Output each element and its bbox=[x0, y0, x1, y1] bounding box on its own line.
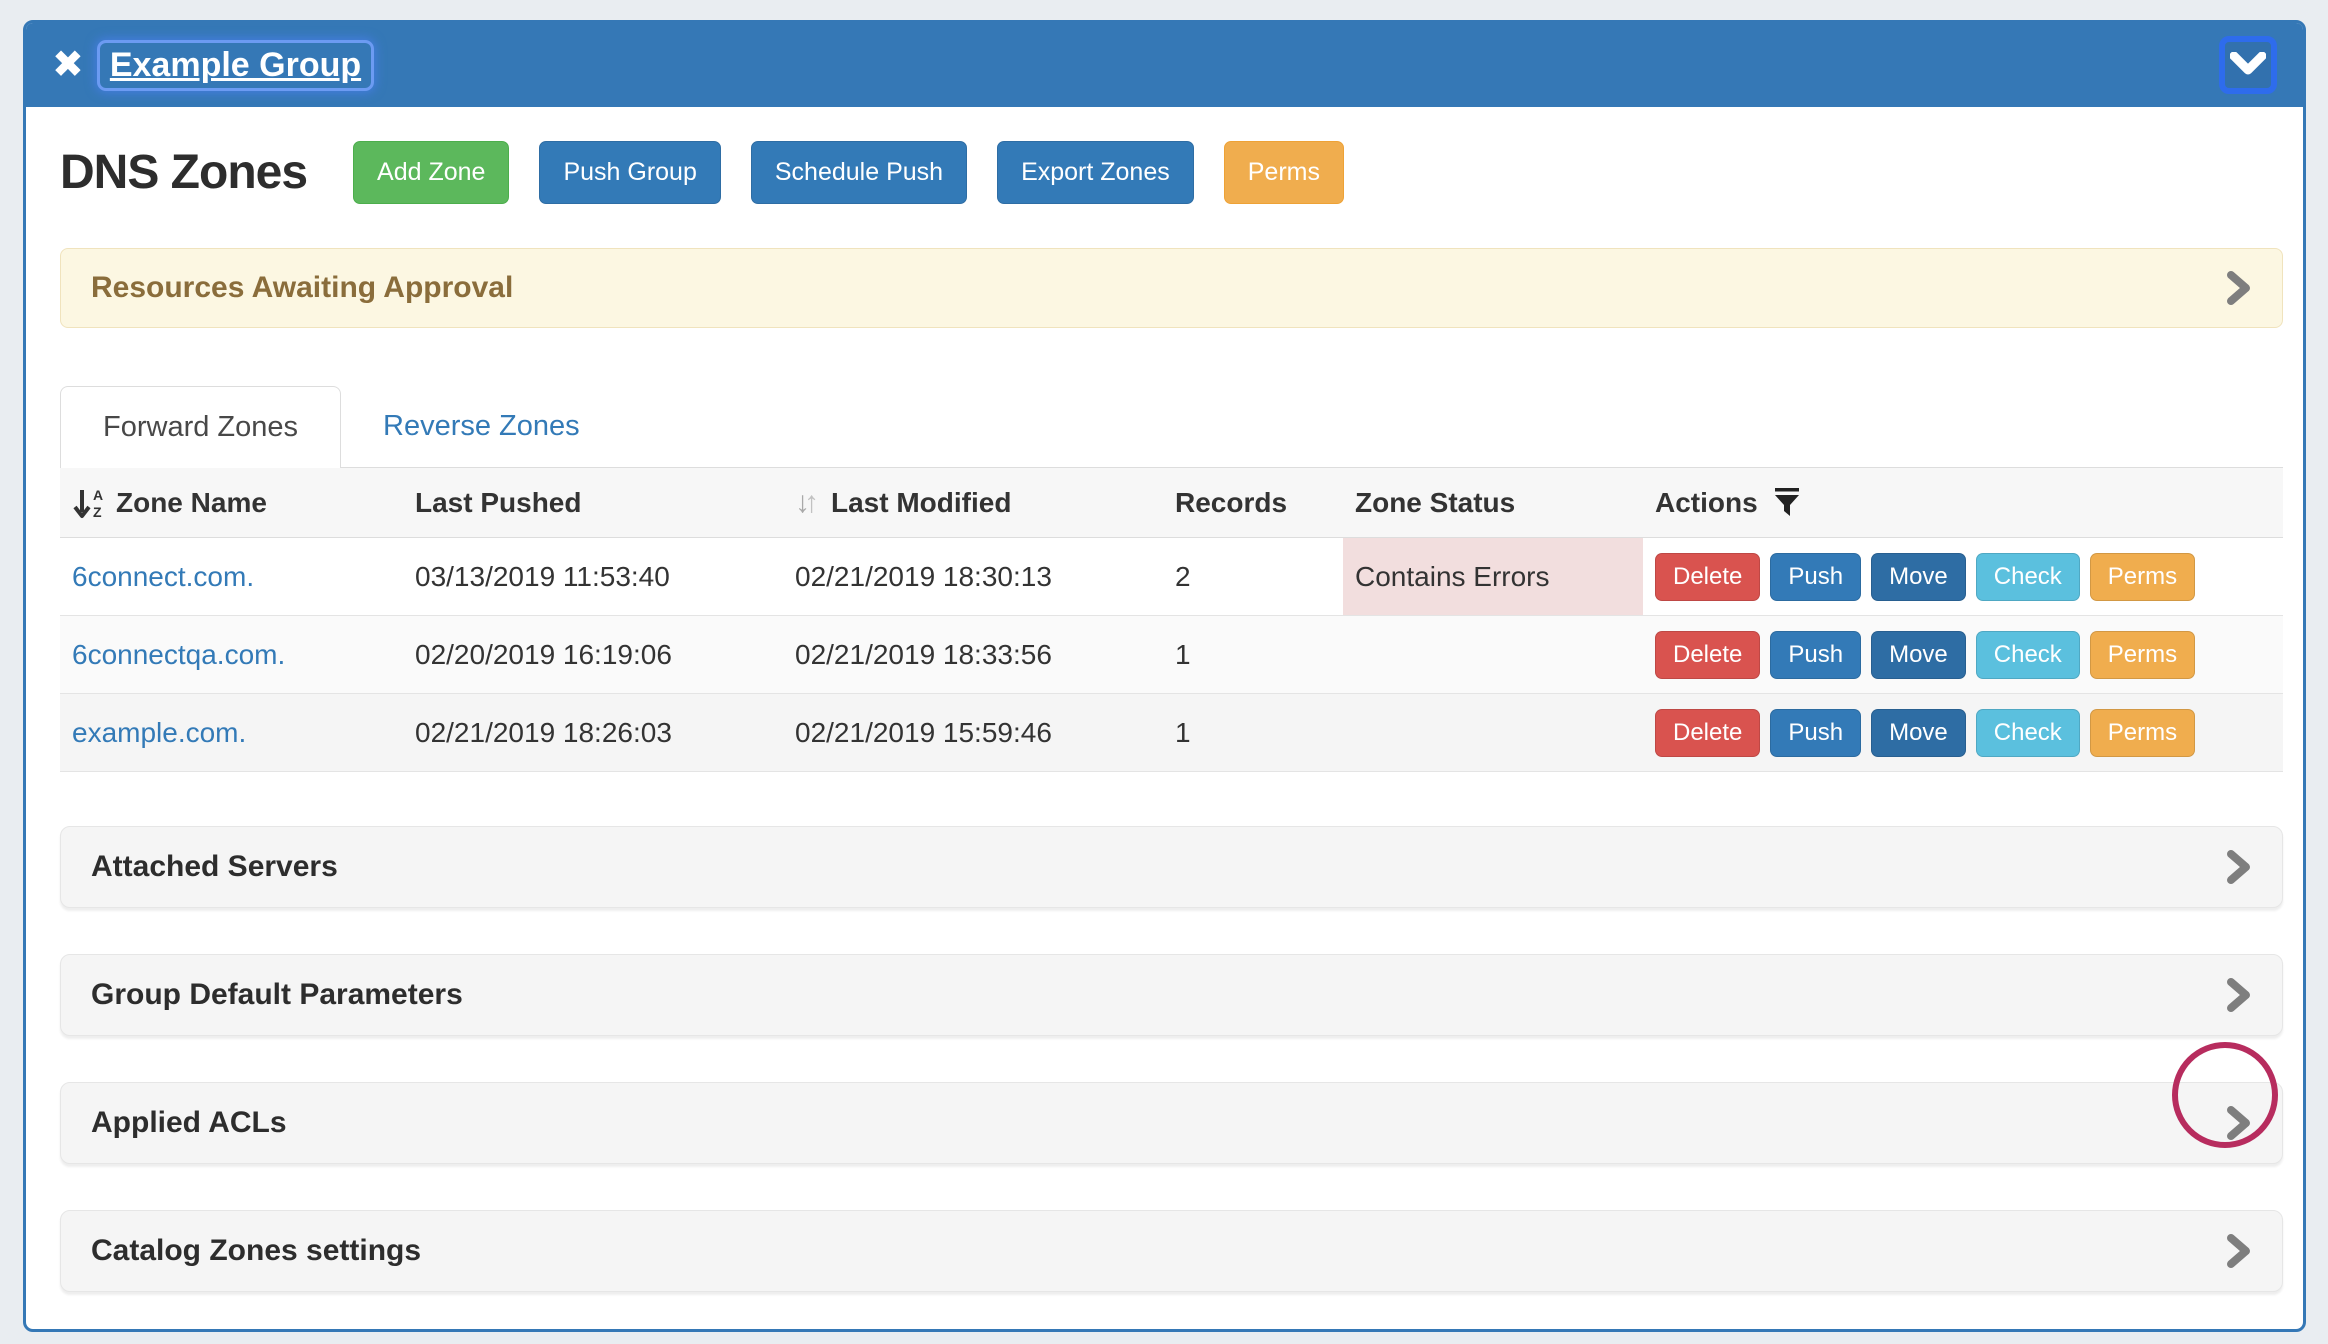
chevron-right-icon bbox=[2226, 978, 2252, 1012]
last-modified-value: 02/21/2019 18:30:13 bbox=[783, 538, 1163, 615]
move-button[interactable]: Move bbox=[1871, 553, 1966, 601]
column-label: Zone Name bbox=[116, 487, 267, 519]
panel-label: Catalog Zones settings bbox=[91, 1234, 421, 1268]
check-button[interactable]: Check bbox=[1976, 631, 2080, 679]
panel-label: Group Default Parameters bbox=[91, 978, 463, 1012]
banner-label: Resources Awaiting Approval bbox=[91, 271, 513, 305]
table-row: 6connectqa.com. 02/20/2019 16:19:06 02/2… bbox=[60, 616, 2283, 694]
records-value: 2 bbox=[1163, 538, 1343, 615]
sort-alpha-asc-icon: A Z bbox=[72, 485, 108, 521]
export-zones-button[interactable]: Export Zones bbox=[997, 141, 1194, 204]
tab-reverse-zones[interactable]: Reverse Zones bbox=[341, 386, 622, 467]
perms-button[interactable]: Perms bbox=[1224, 141, 1344, 204]
catalog-zones-settings-panel[interactable]: Catalog Zones settings bbox=[60, 1210, 2283, 1292]
close-icon[interactable]: ✖ bbox=[52, 46, 84, 84]
collapse-group-button[interactable] bbox=[2219, 36, 2277, 94]
sort-updown-icon: ↓↑ bbox=[795, 486, 813, 520]
delete-button[interactable]: Delete bbox=[1655, 709, 1760, 757]
last-pushed-value: 02/20/2019 16:19:06 bbox=[403, 616, 783, 693]
column-last-modified[interactable]: ↓↑ Last Modified bbox=[783, 468, 1163, 537]
chevron-right-icon bbox=[2226, 1106, 2252, 1140]
records-value: 1 bbox=[1163, 694, 1343, 771]
push-button[interactable]: Push bbox=[1770, 631, 1861, 679]
filter-icon[interactable] bbox=[1772, 486, 1802, 520]
last-modified-value: 02/21/2019 15:59:46 bbox=[783, 694, 1163, 771]
panel-label: Attached Servers bbox=[91, 850, 338, 884]
perms-button[interactable]: Perms bbox=[2090, 631, 2195, 679]
group-window: ✖ Example Group DNS Zones Add Zone Push … bbox=[23, 20, 2306, 1332]
table-row: example.com. 02/21/2019 18:26:03 02/21/2… bbox=[60, 694, 2283, 772]
last-modified-value: 02/21/2019 18:33:56 bbox=[783, 616, 1163, 693]
column-label: Last Pushed bbox=[415, 487, 581, 519]
page-title: DNS Zones bbox=[60, 145, 307, 200]
perms-button[interactable]: Perms bbox=[2090, 553, 2195, 601]
column-label: Records bbox=[1175, 487, 1287, 519]
add-zone-button[interactable]: Add Zone bbox=[353, 141, 509, 204]
toolbar: DNS Zones Add Zone Push Group Schedule P… bbox=[60, 141, 2283, 204]
last-pushed-value: 03/13/2019 11:53:40 bbox=[403, 538, 783, 615]
svg-text:A: A bbox=[93, 487, 103, 503]
group-default-parameters-panel[interactable]: Group Default Parameters bbox=[60, 954, 2283, 1036]
column-actions: Actions bbox=[1643, 468, 2283, 537]
chevron-right-icon bbox=[2226, 271, 2252, 305]
attached-servers-panel[interactable]: Attached Servers bbox=[60, 826, 2283, 908]
push-button[interactable]: Push bbox=[1770, 709, 1861, 757]
zones-table-header: A Z Zone Name Last Pushed ↓↑ Last Modifi… bbox=[60, 468, 2283, 538]
chevron-right-icon bbox=[2226, 1234, 2252, 1268]
push-group-button[interactable]: Push Group bbox=[539, 141, 720, 204]
records-value: 1 bbox=[1163, 616, 1343, 693]
window-titlebar: ✖ Example Group bbox=[26, 23, 2303, 107]
zone-tabs: Forward Zones Reverse Zones bbox=[60, 386, 2283, 468]
row-actions: Delete Push Move Check Perms bbox=[1643, 694, 2283, 771]
schedule-push-button[interactable]: Schedule Push bbox=[751, 141, 967, 204]
zone-link[interactable]: 6connect.com. bbox=[72, 561, 254, 593]
column-label: Actions bbox=[1655, 487, 1758, 519]
row-actions: Delete Push Move Check Perms bbox=[1643, 616, 2283, 693]
resources-awaiting-approval-panel[interactable]: Resources Awaiting Approval bbox=[60, 248, 2283, 328]
last-pushed-value: 02/21/2019 18:26:03 bbox=[403, 694, 783, 771]
zone-link[interactable]: example.com. bbox=[72, 717, 246, 749]
panel-label: Applied ACLs bbox=[91, 1106, 287, 1140]
zone-status-cell bbox=[1343, 694, 1643, 771]
delete-button[interactable]: Delete bbox=[1655, 553, 1760, 601]
push-button[interactable]: Push bbox=[1770, 553, 1861, 601]
table-row: 6connect.com. 03/13/2019 11:53:40 02/21/… bbox=[60, 538, 2283, 616]
svg-text:Z: Z bbox=[93, 504, 102, 520]
zone-status-cell bbox=[1343, 616, 1643, 693]
delete-button[interactable]: Delete bbox=[1655, 631, 1760, 679]
row-actions: Delete Push Move Check Perms bbox=[1643, 538, 2283, 615]
column-label: Zone Status bbox=[1355, 487, 1515, 519]
column-last-pushed: Last Pushed bbox=[403, 468, 783, 537]
check-button[interactable]: Check bbox=[1976, 709, 2080, 757]
chevron-right-icon bbox=[2226, 850, 2252, 884]
move-button[interactable]: Move bbox=[1871, 631, 1966, 679]
group-title-link[interactable]: Example Group bbox=[100, 43, 371, 88]
applied-acls-panel[interactable]: Applied ACLs bbox=[60, 1082, 2283, 1164]
move-button[interactable]: Move bbox=[1871, 709, 1966, 757]
check-button[interactable]: Check bbox=[1976, 553, 2080, 601]
perms-button[interactable]: Perms bbox=[2090, 709, 2195, 757]
column-zone-status: Zone Status bbox=[1343, 468, 1643, 537]
column-label: Last Modified bbox=[831, 487, 1011, 519]
column-zone-name[interactable]: A Z Zone Name bbox=[60, 468, 403, 537]
column-records: Records bbox=[1163, 468, 1343, 537]
tab-forward-zones[interactable]: Forward Zones bbox=[60, 386, 341, 468]
chevron-down-icon bbox=[2230, 52, 2266, 78]
zone-status-badge: Contains Errors bbox=[1343, 538, 1643, 615]
zone-link[interactable]: 6connectqa.com. bbox=[72, 639, 285, 671]
